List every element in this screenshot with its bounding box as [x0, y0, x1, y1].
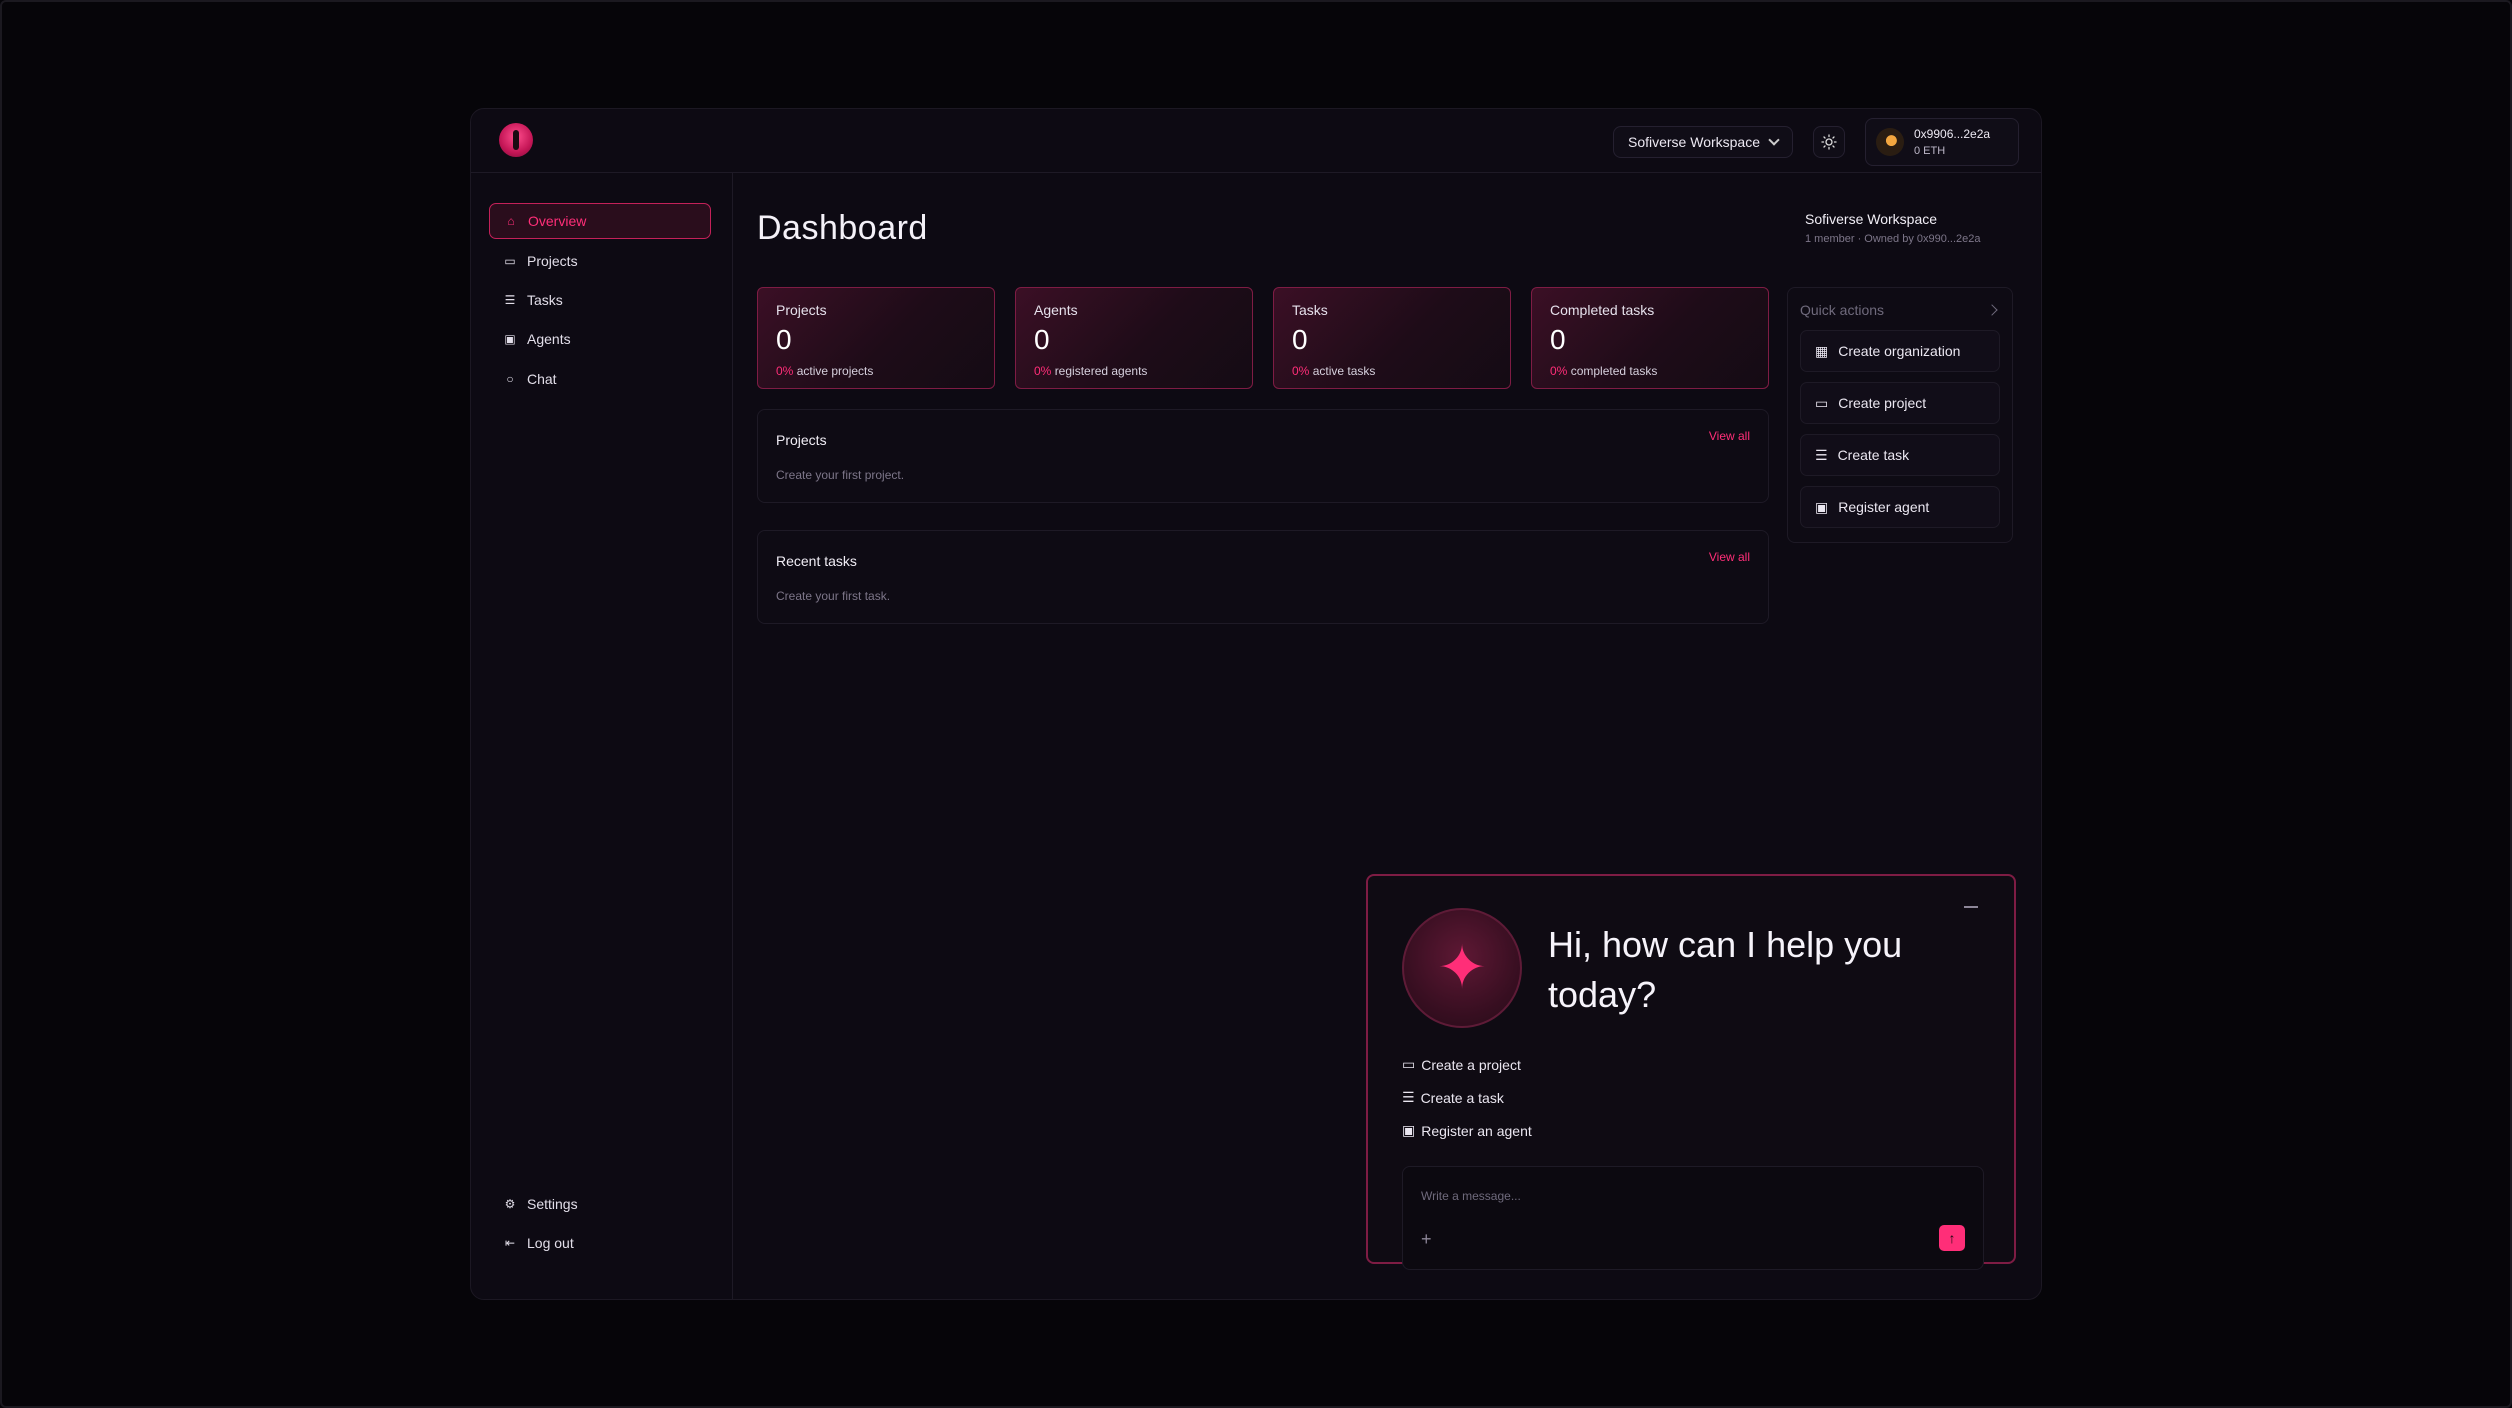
- quick-actions-panel: Quick actions ▦ Create organization ▭ Cr…: [1787, 287, 2013, 543]
- robot-icon: ▣: [504, 332, 516, 346]
- stat-sublabel: registered agents: [1054, 364, 1148, 378]
- chat-option-create-project[interactable]: ▭ Create a project: [1402, 1056, 1521, 1073]
- panel-title: Recent tasks: [776, 553, 857, 569]
- stat-sublabel: active tasks: [1312, 364, 1376, 378]
- top-bar: Sofiverse Workspace 0x9906...2e2a 0 ETH: [471, 109, 2041, 173]
- gear-icon: ⚙: [504, 1197, 516, 1211]
- robot-icon: ▣: [1815, 498, 1829, 515]
- stat-card-agents[interactable]: Agents 0 0% registered agents: [1015, 287, 1253, 389]
- chat-option-create-task[interactable]: ☰ Create a task: [1402, 1089, 1504, 1106]
- chat-greeting: Hi, how can I help you today?: [1548, 924, 1903, 1015]
- sidebar-item-label: Overview: [528, 213, 587, 229]
- chat-bubble-icon: ○: [506, 372, 514, 386]
- tasks-view-all-link[interactable]: View all: [1709, 550, 1750, 564]
- robot-icon: ▣: [1402, 1122, 1416, 1138]
- send-button[interactable]: ↑: [1939, 1225, 1965, 1251]
- sidebar: ⌂ Overview ▭ Projects ☰ Tasks ▣ Agents ○…: [471, 173, 733, 1299]
- building-icon: ▦: [1815, 342, 1829, 359]
- stat-percent: 0%: [1034, 364, 1052, 378]
- panel-title: Projects: [776, 432, 827, 448]
- workspace-select-label: Sofiverse Workspace: [1627, 134, 1760, 150]
- minimize-icon[interactable]: [1964, 906, 1978, 908]
- plus-icon[interactable]: +: [1421, 1229, 1432, 1250]
- chat-option-register-agent[interactable]: ▣ Register an agent: [1402, 1122, 1532, 1139]
- brand-logo[interactable]: [499, 123, 533, 157]
- stat-label: Projects: [776, 302, 827, 318]
- stat-sublabel: active projects: [796, 364, 874, 378]
- stat-value: 0: [776, 324, 792, 355]
- sun-icon: [1821, 134, 1837, 150]
- create-organization-button[interactable]: ▦ Create organization: [1800, 330, 2000, 372]
- home-icon: ⌂: [507, 214, 515, 228]
- wallet-address: 0x9906...2e2a: [1914, 127, 1991, 141]
- sidebar-item-label: Tasks: [527, 292, 563, 308]
- create-project-button[interactable]: ▭ Create project: [1800, 382, 2000, 424]
- stat-percent: 0%: [1292, 364, 1310, 378]
- stat-value: 0: [1292, 324, 1308, 355]
- theme-toggle-button[interactable]: [1813, 126, 1845, 158]
- quick-action-label: Register agent: [1838, 499, 1930, 515]
- register-agent-button[interactable]: ▣ Register agent: [1800, 486, 2000, 528]
- quick-action-label: Create project: [1838, 395, 1927, 411]
- quick-action-label: Create task: [1837, 447, 1910, 463]
- sidebar-item-projects[interactable]: ▭ Projects: [489, 243, 711, 279]
- avatar: [1876, 128, 1904, 156]
- create-task-button[interactable]: ☰ Create task: [1800, 434, 2000, 476]
- panel-empty-text: Create your first project.: [776, 468, 905, 482]
- sidebar-item-logout[interactable]: ⇤ Log out: [489, 1225, 711, 1261]
- stat-value: 0: [1034, 324, 1050, 355]
- list-icon: ☰: [1402, 1089, 1415, 1105]
- logo-figure-icon: [513, 130, 519, 150]
- quick-actions-title: Quick actions: [1800, 302, 1885, 318]
- message-composer[interactable]: Write a message... + ↑: [1402, 1166, 1984, 1270]
- workspace-name: Sofiverse Workspace: [1805, 211, 1938, 227]
- stat-label: Completed tasks: [1550, 302, 1655, 318]
- stat-label: Agents: [1034, 302, 1078, 318]
- stat-card-completed-tasks[interactable]: Completed tasks 0 0% completed tasks: [1531, 287, 1769, 389]
- chat-option-label: Create a task: [1420, 1089, 1504, 1106]
- list-icon: ☰: [504, 293, 516, 307]
- sidebar-item-settings[interactable]: ⚙ Settings: [489, 1186, 711, 1222]
- stat-card-tasks[interactable]: Tasks 0 0% active tasks: [1273, 287, 1511, 389]
- message-input-placeholder[interactable]: Write a message...: [1421, 1189, 1521, 1203]
- workspace-meta: 1 member · Owned by 0x990...2e2a: [1805, 233, 1981, 245]
- chat-option-label: Register an agent: [1421, 1122, 1532, 1139]
- panel-empty-text: Create your first task.: [776, 589, 891, 603]
- sidebar-item-agents[interactable]: ▣ Agents: [489, 321, 711, 357]
- workspace-info: Sofiverse Workspace 1 member · Owned by …: [1805, 211, 1980, 245]
- quick-action-label: Create organization: [1838, 343, 1961, 359]
- lobster-icon: ✦: [1436, 934, 1488, 1001]
- bot-avatar: ✦: [1402, 908, 1522, 1028]
- sidebar-item-overview[interactable]: ⌂ Overview: [489, 203, 711, 239]
- workspace-select[interactable]: Sofiverse Workspace: [1612, 126, 1793, 158]
- sidebar-item-label: Chat: [527, 371, 557, 387]
- sidebar-item-label: Projects: [527, 253, 578, 269]
- stat-label: Tasks: [1292, 302, 1328, 318]
- sidebar-item-chat[interactable]: ○ Chat: [489, 361, 711, 397]
- stat-value: 0: [1550, 324, 1566, 355]
- projects-panel: Projects View all Create your first proj…: [757, 409, 1769, 503]
- stat-percent: 0%: [1550, 364, 1568, 378]
- wallet-button[interactable]: 0x9906...2e2a 0 ETH: [1865, 118, 2019, 166]
- stat-card-projects[interactable]: Projects 0 0% active projects: [757, 287, 995, 389]
- folder-icon: ▭: [504, 254, 516, 268]
- list-icon: ☰: [1815, 446, 1828, 463]
- chat-widget: ✦ Hi, how can I help you today? ▭ Create…: [1366, 874, 2016, 1270]
- sidebar-item-tasks[interactable]: ☰ Tasks: [489, 282, 711, 318]
- folder-icon: ▭: [1402, 1056, 1416, 1072]
- logout-icon: ⇤: [504, 1236, 516, 1250]
- sidebar-item-label: Settings: [527, 1196, 578, 1212]
- folder-icon: ▭: [1815, 394, 1829, 411]
- sidebar-item-label: Agents: [527, 331, 571, 347]
- stat-sublabel: completed tasks: [1570, 364, 1658, 378]
- stat-percent: 0%: [776, 364, 794, 378]
- sidebar-item-label: Log out: [527, 1235, 574, 1251]
- chevron-down-icon: [1768, 134, 1780, 146]
- wallet-balance: 0 ETH: [1914, 145, 1946, 157]
- recent-tasks-panel: Recent tasks View all Create your first …: [757, 530, 1769, 624]
- projects-view-all-link[interactable]: View all: [1709, 429, 1750, 443]
- page-title: Dashboard: [757, 209, 928, 247]
- chevron-right-icon[interactable]: [1986, 304, 1998, 316]
- chat-option-label: Create a project: [1421, 1056, 1521, 1073]
